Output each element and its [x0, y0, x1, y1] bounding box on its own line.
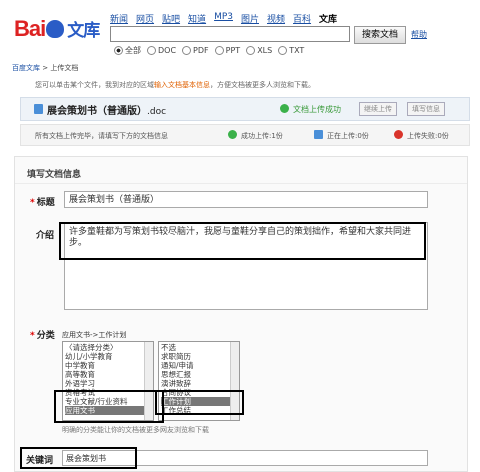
radio-icon	[114, 46, 123, 55]
nav-baike[interactable]: 百科	[293, 12, 311, 25]
divider	[15, 183, 467, 184]
list-item[interactable]: 工作总结	[161, 406, 237, 415]
list-item-selected[interactable]: 应用文书	[65, 406, 151, 415]
search-docs-button[interactable]: 搜索文档	[354, 26, 406, 44]
nav-images[interactable]: 图片	[241, 12, 259, 25]
upload-success-text: 文档上传成功	[293, 105, 341, 114]
list-item[interactable]: 资格考试	[65, 388, 151, 397]
list-item[interactable]: 演讲致辞	[161, 379, 237, 388]
baidu-wenku-logo[interactable]: Bai 文库	[14, 16, 100, 42]
radio-icon	[147, 46, 156, 55]
category-listbox-primary[interactable]: 〈请选择分类〉 幼儿/小学教育 中学教育 高等教育 外语学习 资格考试 专业文献…	[62, 341, 154, 421]
doc-type-filters: 全部 DOC PDF PPT XLS TXT	[114, 45, 304, 56]
category-path: 应用文书->工作计划	[62, 331, 127, 339]
list-item[interactable]: 合同协议	[161, 388, 237, 397]
filter-txt[interactable]: TXT	[278, 45, 304, 56]
intro-textarea[interactable]: 许多童鞋都为写策划书较尽脑汁，我愿与童鞋分享自己的策划拙作，希望和大家共同进步。	[64, 222, 428, 310]
nav-tieba[interactable]: 贴吧	[162, 12, 180, 25]
scrollbar[interactable]	[230, 342, 239, 420]
list-item[interactable]: 〈请选择分类〉	[65, 343, 151, 352]
category-hint: 明确的分类能让你的文档被更多网友浏览和下载	[62, 426, 209, 434]
scrollbar[interactable]	[144, 342, 153, 420]
list-item[interactable]: 外语学习	[65, 379, 151, 388]
list-item[interactable]: 幼儿/小学教育	[65, 352, 151, 361]
list-item[interactable]: 专业文献/行业资料	[65, 397, 151, 406]
header: Bai 文库 新闻 网页 贴吧 知道 MP3 图片 视频 百科 文库 搜索文档 帮…	[0, 0, 480, 60]
category-label: * 分类	[30, 331, 55, 341]
radio-icon	[278, 46, 288, 55]
list-item[interactable]: 求职简历	[161, 352, 237, 361]
nav-wenku-current: 文库	[319, 15, 338, 25]
filter-pdf[interactable]: PDF	[182, 45, 209, 56]
nav-video[interactable]: 视频	[267, 12, 285, 25]
paw-icon	[46, 20, 65, 38]
nav-mp3[interactable]: MP3	[214, 12, 233, 25]
nav-zhidao[interactable]: 知道	[188, 12, 206, 25]
radio-icon	[214, 46, 224, 55]
doc-file-icon	[34, 104, 43, 114]
keyword-label: 关键词	[26, 456, 54, 466]
search-input[interactable]	[110, 26, 350, 42]
breadcrumb-root[interactable]: 百度文库	[12, 64, 40, 72]
uploading-count: 正在上传:0份	[327, 132, 369, 140]
success-check-icon	[228, 130, 237, 139]
nav-web[interactable]: 网页	[136, 12, 154, 25]
failed-x-icon	[394, 130, 403, 139]
radio-icon	[246, 46, 256, 55]
title-label: * 标题	[30, 198, 55, 208]
intro-label: 介绍	[36, 231, 55, 241]
list-item[interactable]: 不选	[161, 343, 237, 352]
status-message: 所有文档上传完毕，请填写下方的文档信息	[35, 132, 168, 140]
title-input[interactable]: 展会策划书（普通版）	[64, 191, 428, 208]
list-item-selected[interactable]: 工作计划	[161, 397, 237, 406]
failed-count: 上传失败:0份	[407, 132, 449, 140]
uploading-icon	[314, 130, 323, 139]
uploaded-file-row[interactable]: 展会策划书（普通版）.doc 文档上传成功 继续上传 填写信息	[20, 97, 470, 121]
list-item[interactable]: 高等教育	[65, 370, 151, 379]
nav-news[interactable]: 新闻	[110, 12, 128, 25]
category-listbox-secondary[interactable]: 不选 求职简历 通知/申请 思想汇报 演讲致辞 合同协议 工作计划 工作总结	[158, 341, 240, 421]
filter-all[interactable]: 全部	[114, 45, 141, 56]
filter-xls[interactable]: XLS	[246, 45, 272, 56]
help-link[interactable]: 帮助	[411, 29, 427, 40]
top-nav: 新闻 网页 贴吧 知道 MP3 图片 视频 百科 文库	[110, 12, 337, 25]
list-item[interactable]: 中学教育	[65, 361, 151, 370]
breadcrumb-current: 上传文档	[50, 64, 79, 72]
upload-tip: 您可以单击某个文件，我到对应的区域输入文档基本信息，方便文档被更多人浏览和下载。	[35, 81, 315, 89]
list-item[interactable]: 思想汇报	[161, 370, 237, 379]
continue-upload-button[interactable]: 继续上传	[359, 102, 397, 116]
file-name: 展会策划书（普通版）.doc	[47, 106, 167, 117]
filter-doc[interactable]: DOC	[147, 45, 176, 56]
check-icon	[280, 104, 289, 113]
list-item[interactable]: 通知/申请	[161, 361, 237, 370]
upload-status-bar: 所有文档上传完毕，请填写下方的文档信息 成功上传:1份 正在上传:0份 上传失败…	[20, 124, 470, 146]
radio-icon	[182, 46, 192, 55]
filter-ppt[interactable]: PPT	[214, 45, 240, 56]
breadcrumb: 百度文库 > 上传文档	[12, 64, 79, 72]
section-title: 填写文档信息	[27, 170, 82, 180]
fill-info-button[interactable]: 填写信息	[407, 102, 445, 116]
success-count: 成功上传:1份	[241, 132, 283, 140]
keyword-input[interactable]: 展会策划书	[62, 450, 428, 466]
